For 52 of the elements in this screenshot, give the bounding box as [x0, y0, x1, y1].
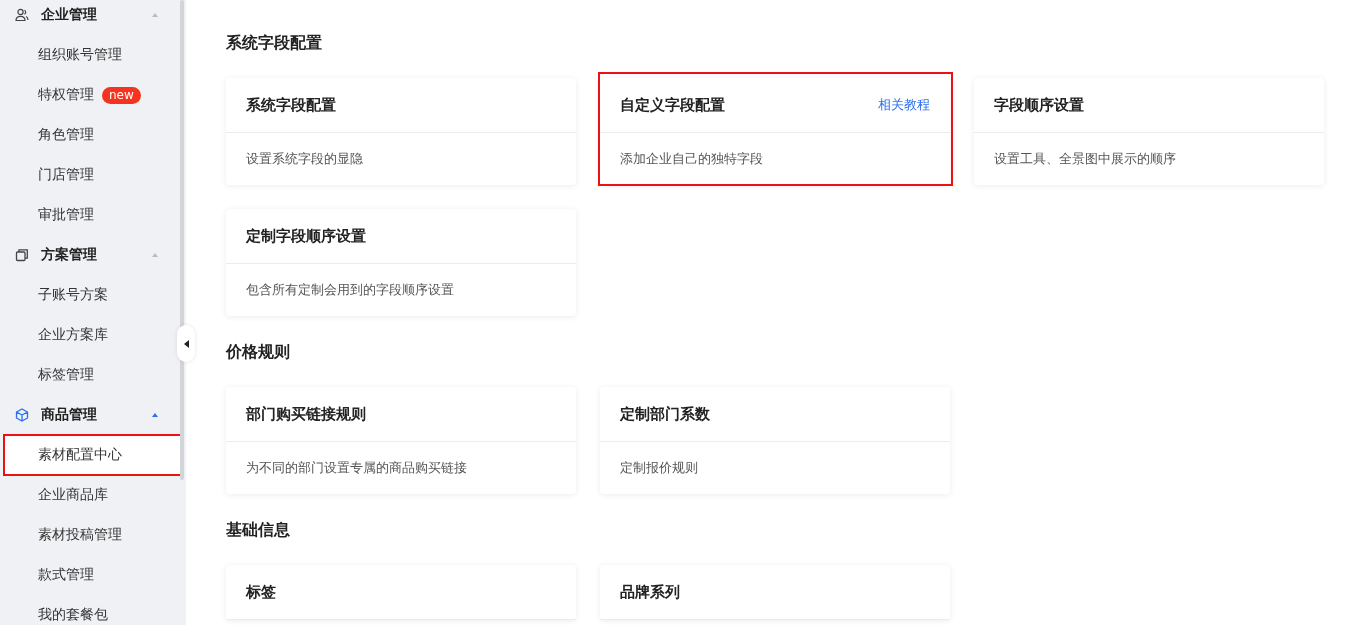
section-title: 价格规则 — [226, 341, 291, 363]
users-icon — [15, 8, 29, 22]
menu-item[interactable]: 角色管理 — [6, 115, 180, 155]
settings-card[interactable]: 系统字段配置 设置系统字段的显隐 — [226, 78, 576, 185]
section-title: 系统字段配置 — [226, 32, 323, 54]
card-title: 定制部门系数 — [620, 404, 710, 424]
menu-item[interactable]: 企业方案库 — [6, 315, 180, 355]
settings-card[interactable]: 品牌系列 — [600, 565, 950, 620]
card-title: 系统字段配置 — [246, 95, 336, 115]
section-title: 基础信息 — [226, 519, 291, 541]
card-title: 品牌系列 — [620, 582, 680, 602]
settings-card[interactable]: 部门购买链接规则 为不同的部门设置专属的商品购买链接 — [226, 387, 576, 494]
caret-icon — [152, 253, 158, 257]
menu-item[interactable]: 组织账号管理 — [6, 35, 180, 75]
card-title: 字段顺序设置 — [994, 95, 1084, 115]
menu-item[interactable]: 标签管理 — [6, 355, 180, 395]
menu-item[interactable]: 子账号方案 — [6, 275, 180, 315]
copy-icon — [15, 248, 29, 262]
menu-item[interactable]: 企业商品库 — [6, 475, 180, 515]
card-description: 设置工具、全景图中展示的顺序 — [993, 150, 1177, 168]
menu-item[interactable]: 素材配置中心 — [4, 435, 181, 475]
card-description: 定制报价规则 — [619, 459, 699, 477]
collapse-handle[interactable] — [177, 325, 195, 362]
settings-card[interactable]: 标签 — [226, 565, 576, 620]
settings-card[interactable]: 字段顺序设置 设置工具、全景图中展示的顺序 — [974, 78, 1324, 185]
card-description: 包含所有定制会用到的字段顺序设置 — [245, 281, 455, 299]
menu-group-title: 商品管理 — [41, 406, 98, 424]
caret-icon — [152, 413, 158, 417]
card-title: 自定义字段配置 — [620, 95, 725, 115]
menu-group-header[interactable]: 企业管理 — [0, 0, 186, 35]
caret-icon — [152, 13, 158, 17]
card-description: 设置系统字段的显隐 — [245, 150, 364, 168]
menu-item[interactable]: 审批管理 — [6, 195, 180, 235]
menu-group-header[interactable]: 商品管理 — [0, 395, 186, 435]
tutorial-link[interactable]: 相关教程 — [878, 96, 930, 114]
settings-card[interactable]: 定制字段顺序设置 包含所有定制会用到的字段顺序设置 — [226, 209, 576, 316]
menu-group-title: 企业管理 — [41, 6, 98, 24]
menu-item[interactable]: 我的套餐包 — [6, 595, 180, 625]
new-badge: new — [102, 86, 141, 104]
menu-item[interactable]: 款式管理 — [6, 555, 180, 595]
settings-card[interactable]: 定制部门系数 定制报价规则 — [600, 387, 950, 494]
card-title: 定制字段顺序设置 — [246, 226, 366, 246]
menu-item[interactable]: 门店管理 — [6, 155, 180, 195]
menu-item[interactable]: 特权管理 new — [6, 75, 180, 115]
card-description: 为不同的部门设置专属的商品购买链接 — [245, 459, 468, 477]
cube-icon — [15, 408, 29, 422]
menu-group-title: 方案管理 — [41, 246, 98, 264]
card-description: 添加企业自己的独特字段 — [619, 150, 764, 168]
card-title: 部门购买链接规则 — [246, 404, 366, 424]
menu-group-header[interactable]: 方案管理 — [0, 235, 186, 275]
menu-item[interactable]: 素材投稿管理 — [6, 515, 180, 555]
card-title: 标签 — [246, 582, 276, 602]
